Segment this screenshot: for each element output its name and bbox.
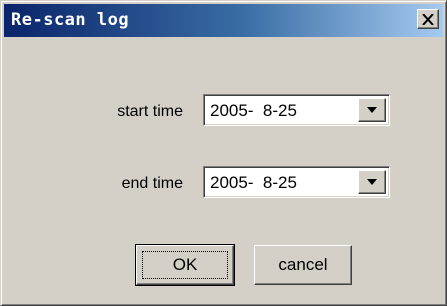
start-time-dropdown-button[interactable] (358, 98, 386, 122)
focus-rectangle (142, 251, 228, 279)
title-bar[interactable]: Re-scan log (4, 4, 443, 37)
end-time-dropdown-button[interactable] (358, 170, 386, 194)
cancel-button-label: cancel (278, 255, 328, 274)
dialog-title: Re-scan log (11, 10, 130, 30)
rescan-log-dialog: Re-scan log start time 2005- 8-25 end ti… (0, 0, 447, 306)
end-time-label: end time (121, 175, 183, 192)
start-time-dropdown[interactable]: 2005- 8-25 (203, 94, 390, 126)
chevron-down-icon (367, 106, 377, 113)
close-button[interactable] (417, 9, 439, 29)
start-time-value: 2005- 8-25 (210, 101, 297, 120)
ok-button[interactable]: OK (135, 244, 235, 286)
end-time-dropdown[interactable]: 2005- 8-25 (203, 166, 390, 198)
start-time-label: start time (117, 103, 183, 120)
cancel-button[interactable]: cancel (254, 245, 352, 285)
close-icon (422, 13, 434, 25)
chevron-down-icon (367, 178, 377, 185)
end-time-value: 2005- 8-25 (210, 173, 297, 192)
